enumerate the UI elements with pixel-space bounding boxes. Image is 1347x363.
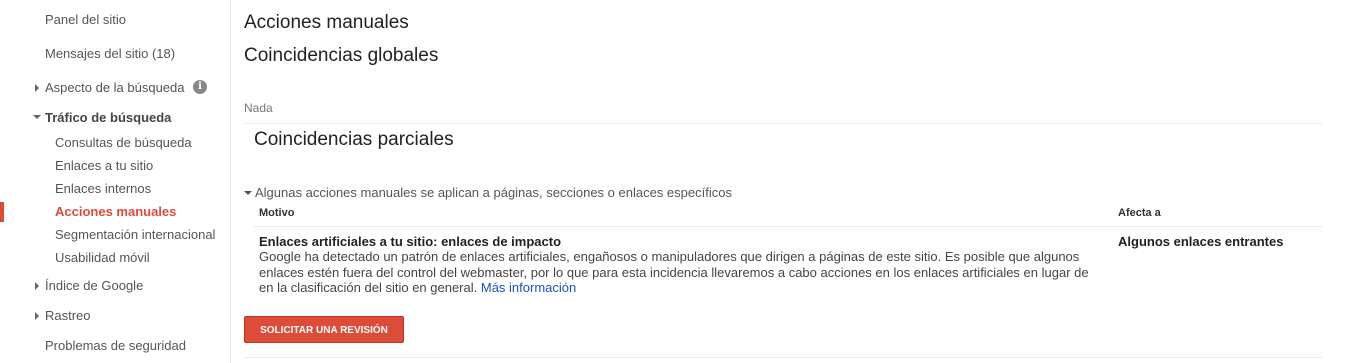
- expand-arrow-icon[interactable]: [35, 282, 39, 290]
- active-indicator: [0, 202, 4, 222]
- sidebar-nav: Panel del sitio Mensajes del sitio (18) …: [0, 0, 231, 363]
- more-info-link[interactable]: Más información: [481, 280, 576, 295]
- request-review-button[interactable]: SOLICITAR UNA REVISIÓN: [244, 316, 404, 343]
- sidebar-subitem-usabilidad[interactable]: Usabilidad móvil: [55, 250, 150, 265]
- partial-matches-toggle[interactable]: Algunas acciones manuales se aplican a p…: [244, 185, 732, 200]
- sidebar-subitem-enlaces-sitio[interactable]: Enlaces a tu sitio: [55, 158, 153, 173]
- expand-arrow-icon[interactable]: [35, 312, 39, 320]
- partial-matches-heading: Coincidencias parciales: [254, 129, 454, 150]
- sidebar-subitem-segmentacion[interactable]: Segmentación internacional: [55, 227, 215, 242]
- column-header-reason: Motivo: [259, 207, 295, 219]
- sidebar-subitem-acciones-manuales[interactable]: Acciones manuales: [55, 204, 176, 219]
- collapse-arrow-icon: [244, 190, 252, 195]
- sidebar-item-aspecto[interactable]: Aspecto de la búsqueda: [45, 80, 185, 95]
- page-title: Acciones manuales: [244, 12, 409, 33]
- column-header-affects: Afecta a: [1118, 207, 1161, 219]
- info-icon[interactable]: i: [193, 80, 207, 94]
- divider: [244, 123, 1322, 124]
- sidebar-item-panel[interactable]: Panel del sitio: [45, 12, 126, 27]
- issue-description-text: Google ha detectado un patrón de enlaces…: [259, 249, 1089, 295]
- sidebar-item-seguridad[interactable]: Problemas de seguridad: [45, 338, 186, 353]
- expand-arrow-icon[interactable]: [35, 84, 39, 92]
- main-content: Acciones manuales Coincidencias globales…: [244, 0, 1347, 363]
- collapse-arrow-icon[interactable]: [33, 115, 41, 119]
- sidebar-item-trafico[interactable]: Tráfico de búsqueda: [45, 110, 171, 125]
- sidebar-item-mensajes[interactable]: Mensajes del sitio (18): [45, 46, 175, 61]
- sidebar-subitem-consultas[interactable]: Consultas de búsqueda: [55, 135, 192, 150]
- sidebar-item-rastreo[interactable]: Rastreo: [45, 308, 91, 323]
- sidebar-subitem-enlaces-internos[interactable]: Enlaces internos: [55, 181, 151, 196]
- sidebar-item-indice[interactable]: Índice de Google: [45, 278, 143, 293]
- global-matches-empty: Nada: [244, 101, 273, 115]
- partial-matches-note: Algunas acciones manuales se aplican a p…: [255, 185, 732, 200]
- issue-description: Google ha detectado un patrón de enlaces…: [259, 249, 1104, 296]
- global-matches-heading: Coincidencias globales: [244, 45, 439, 66]
- divider: [254, 226, 1322, 227]
- divider: [244, 357, 1322, 358]
- issue-title: Enlaces artificiales a tu sitio: enlaces…: [259, 234, 562, 249]
- issue-affects: Algunos enlaces entrantes: [1118, 234, 1284, 249]
